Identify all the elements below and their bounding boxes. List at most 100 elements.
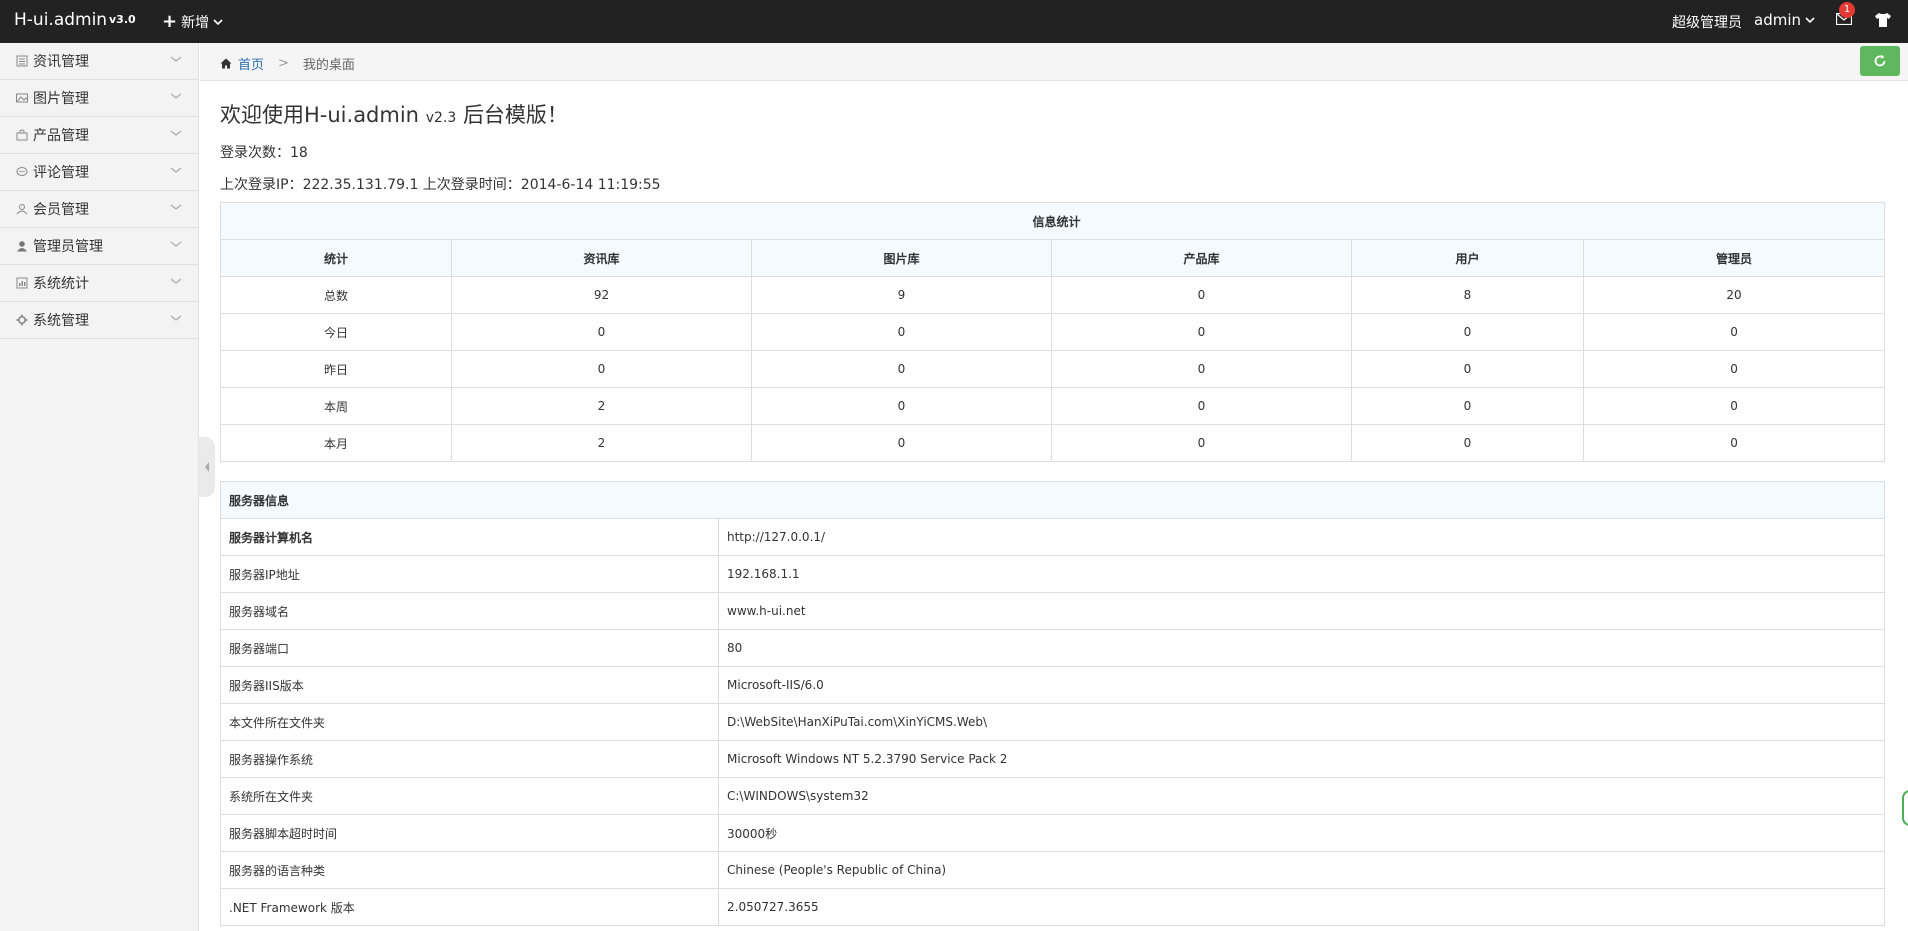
table-cell: 0	[1582, 313, 1886, 351]
table-value: 192.168.1.1	[717, 555, 1886, 593]
comment-icon	[16, 166, 28, 178]
chevron-down-icon	[170, 278, 182, 284]
welcome-suffix: 后台模版！	[462, 103, 568, 127]
sidebar-item-system[interactable]: 系统管理	[0, 302, 198, 339]
sidebar-item-news[interactable]: 资讯管理	[0, 43, 198, 80]
user-name: admin	[1754, 11, 1801, 29]
page-title: 欢迎使用H-ui.admin v2.3 后台模版！	[220, 99, 568, 129]
login-count: 登录次数：18	[220, 145, 308, 161]
sidebar-item-members[interactable]: 会员管理	[0, 191, 198, 228]
sidebar-item-images[interactable]: 图片管理	[0, 80, 198, 117]
breadcrumb-home-link[interactable]: 首页	[238, 54, 264, 73]
sidebar-item-admins[interactable]: 管理员管理	[0, 228, 198, 265]
table-value: C:\WINDOWS\system32	[717, 777, 1886, 815]
table-row: 服务器操作系统 Microsoft Windows NT 5.2.3790 Ser…	[220, 740, 1886, 778]
table-row: .NET Framework 版本 2.050727.3655	[220, 888, 1886, 926]
user-role: 超级管理员	[1672, 15, 1742, 31]
table-cell: 总数	[220, 276, 452, 314]
table-row: 本文件所在文件夹 D:\WebSite\HanXiPuTai.com\XinYiC…	[220, 703, 1886, 741]
brand-logo[interactable]: H-ui.admin	[14, 10, 107, 30]
table-row: 服务器端口 80	[220, 629, 1886, 667]
table-value: 30000秒	[717, 814, 1886, 852]
add-new-label: 新增	[181, 15, 210, 31]
sidebar-item-label: 图片管理	[33, 91, 89, 107]
gear-icon	[16, 314, 28, 326]
table-value: http://127.0.0.1/	[717, 518, 1886, 556]
refresh-button[interactable]	[1860, 46, 1900, 76]
brand-version: v3.0	[109, 13, 136, 26]
table-row: 总数 92 9 0 8 20	[220, 276, 1886, 314]
table-row: 系统所在文件夹 C:\WINDOWS\system32	[220, 777, 1886, 815]
column-header: 资讯库	[451, 239, 752, 277]
chevron-down-icon	[170, 315, 182, 321]
refresh-icon	[1874, 54, 1886, 67]
chevron-down-icon	[170, 241, 182, 247]
sidebar-item-label: 管理员管理	[33, 239, 103, 255]
table-row: 服务器计算机名 http://127.0.0.1/	[220, 518, 1886, 556]
sidebar-item-label: 资讯管理	[33, 54, 89, 70]
table-cell: 0	[751, 313, 1052, 351]
sidebar-item-comments[interactable]: 评论管理	[0, 154, 198, 191]
table-cell: 2	[451, 424, 752, 462]
admin-user-icon	[16, 240, 28, 252]
sidebar-item-statistics[interactable]: 系统统计	[0, 265, 198, 302]
user-menu[interactable]: admin	[1754, 11, 1815, 29]
chevron-down-icon	[170, 204, 182, 210]
bag-icon	[16, 129, 28, 141]
table-cell: 0	[451, 313, 752, 351]
breadcrumb-separator: >	[278, 56, 289, 71]
server-info-table: 服务器信息 服务器计算机名 http://127.0.0.1/ 服务器IP地址 19…	[219, 481, 1886, 926]
member-icon	[16, 203, 28, 215]
home-icon	[220, 58, 232, 69]
table-cell: 0	[1351, 387, 1584, 425]
sidebar-collapse-toggle[interactable]	[199, 437, 215, 497]
table-value: Microsoft-IIS/6.0	[717, 666, 1886, 704]
table-cell: 0	[1351, 424, 1584, 462]
chevron-down-icon	[213, 19, 223, 26]
table-key: 服务器IIS版本	[220, 666, 719, 704]
sidebar-item-label: 评论管理	[33, 165, 89, 181]
table-key: 服务器脚本超时时间	[220, 814, 719, 852]
sidebar-item-products[interactable]: 产品管理	[0, 117, 198, 154]
table-cell: 0	[1051, 276, 1352, 314]
table-cell: 0	[451, 350, 752, 388]
table-row: 本月 2 0 0 0 0	[220, 424, 1886, 462]
column-header: 用户	[1351, 239, 1584, 277]
chevron-down-icon	[1805, 17, 1815, 24]
welcome-version: v2.3	[425, 110, 457, 126]
table-cell: 0	[751, 350, 1052, 388]
table-cell: 8	[1351, 276, 1584, 314]
table-cell: 0	[1582, 424, 1886, 462]
table-key: 系统所在文件夹	[220, 777, 719, 815]
table-header-row: 统计 资讯库 图片库 产品库 用户 管理员	[220, 239, 1886, 277]
table-cell: 0	[751, 424, 1052, 462]
table-cell: 0	[1351, 350, 1584, 388]
table-cell: 今日	[220, 313, 452, 351]
table-key: 服务器端口	[220, 629, 719, 667]
chevron-down-icon	[170, 130, 182, 136]
table-cell: 2	[451, 387, 752, 425]
table-cell: 昨日	[220, 350, 452, 388]
floating-widget[interactable]	[1902, 790, 1908, 826]
table-cell: 0	[1051, 313, 1352, 351]
table-value: www.h-ui.net	[717, 592, 1886, 630]
table-key: 服务器的语言种类	[220, 851, 719, 889]
table-cell: 本周	[220, 387, 452, 425]
table-cell: 20	[1582, 276, 1886, 314]
sidebar-item-label: 产品管理	[33, 128, 89, 144]
table-cell: 0	[1051, 387, 1352, 425]
column-header: 统计	[220, 239, 452, 277]
table-key: 服务器计算机名	[220, 518, 719, 556]
table-cell: 0	[751, 387, 1052, 425]
table-key: 本文件所在文件夹	[220, 703, 719, 741]
table-cell: 9	[751, 276, 1052, 314]
table-value: D:\WebSite\HanXiPuTai.com\XinYiCMS.Web\	[717, 703, 1886, 741]
skin-tshirt-icon[interactable]	[1874, 12, 1892, 28]
table-cell: 92	[451, 276, 752, 314]
table-value: Microsoft Windows NT 5.2.3790 Service Pa…	[717, 740, 1886, 778]
chevron-down-icon	[170, 93, 182, 99]
breadcrumb-bar: 首页 > 我的桌面	[200, 43, 1908, 81]
news-icon	[16, 55, 28, 67]
add-new-menu[interactable]: + 新增	[162, 12, 223, 32]
table-key: 服务器操作系统	[220, 740, 719, 778]
